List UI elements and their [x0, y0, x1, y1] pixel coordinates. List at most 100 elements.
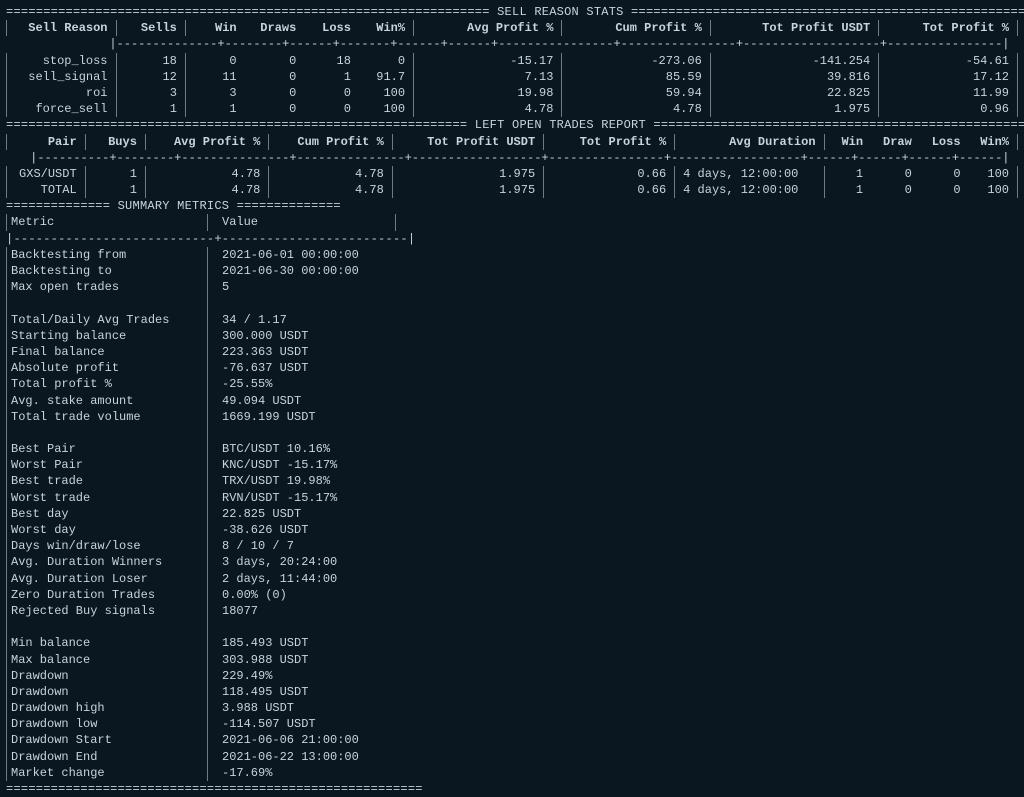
- cell: 4 days, 12:00:00: [675, 182, 824, 198]
- metric-name: Total profit %: [7, 376, 207, 392]
- metric-name: Avg. stake amount: [7, 393, 207, 409]
- metric-name: Zero Duration Trades: [7, 587, 207, 603]
- cell: 19.98: [414, 85, 562, 101]
- metric-row: Drawdown high3.988 USDT: [7, 700, 396, 716]
- col-avg-duration: Avg Duration: [675, 134, 824, 150]
- summary-header-value: Value: [207, 214, 395, 230]
- cell: 4.78: [414, 101, 562, 117]
- cell: 4.78: [562, 101, 710, 117]
- cell: 85.59: [562, 69, 710, 85]
- metric-value: -38.626 USDT: [207, 522, 396, 538]
- cell: 0: [871, 182, 920, 198]
- metric-row: Total trade volume1669.199 USDT: [7, 409, 396, 425]
- col-draw: Draw: [871, 134, 920, 150]
- metric-value: -114.507 USDT: [207, 716, 396, 732]
- cell: 100: [359, 101, 414, 117]
- col-win-: Win%: [359, 20, 414, 36]
- summary-header-metric: Metric: [7, 214, 207, 230]
- metric-name: Worst trade: [7, 490, 207, 506]
- metric-name: Best day: [7, 506, 207, 522]
- table-row: roi330010019.9859.9422.82511.99: [7, 85, 1018, 101]
- cell: sell_signal: [7, 69, 117, 85]
- metric-value: 34 / 1.17: [207, 312, 396, 328]
- cell: 59.94: [562, 85, 710, 101]
- col-pair: Pair: [7, 134, 86, 150]
- metric-row: Backtesting to2021-06-30 00:00:00: [7, 263, 396, 279]
- col-sell-reason: Sell Reason: [7, 20, 117, 36]
- metric-name: Drawdown: [7, 668, 207, 684]
- metric-row: Best day22.825 USDT: [7, 506, 396, 522]
- metric-row: Drawdown End2021-06-22 13:00:00: [7, 749, 396, 765]
- col-win: Win: [185, 20, 244, 36]
- cell: GXS/USDT: [7, 166, 86, 182]
- metric-name: Avg. Duration Winners: [7, 554, 207, 570]
- metric-row: Worst day-38.626 USDT: [7, 522, 396, 538]
- cell: roi: [7, 85, 117, 101]
- metric-spacer: [7, 295, 396, 311]
- cell: 11: [185, 69, 244, 85]
- col-cum-profit-: Cum Profit %: [269, 134, 392, 150]
- metric-name: Drawdown: [7, 684, 207, 700]
- metric-value: 3.988 USDT: [207, 700, 396, 716]
- cell: 1: [85, 166, 145, 182]
- cell: 0: [245, 85, 305, 101]
- metric-row: Absolute profit-76.637 USDT: [7, 360, 396, 376]
- cell: -54.61: [879, 53, 1018, 69]
- footer-sep: ========================================…: [6, 781, 1018, 797]
- metric-value: 3 days, 20:24:00: [207, 554, 396, 570]
- cell: 4.78: [145, 182, 268, 198]
- col-tot-profit-usdt: Tot Profit USDT: [392, 134, 543, 150]
- cell: 0: [245, 53, 305, 69]
- metric-spacer: [7, 425, 396, 441]
- col-avg-profit-: Avg Profit %: [414, 20, 562, 36]
- cell: 1: [85, 182, 145, 198]
- metric-value: -17.69%: [207, 765, 396, 781]
- col-tot-profit-: Tot Profit %: [544, 134, 675, 150]
- cell: 7.13: [414, 69, 562, 85]
- table-row: GXS/USDT14.784.781.9750.664 days, 12:00:…: [7, 166, 1018, 182]
- cell: 0: [871, 166, 920, 182]
- metric-row: Avg. Duration Loser2 days, 11:44:00: [7, 571, 396, 587]
- cell: -141.254: [710, 53, 878, 69]
- metric-value: 2021-06-30 00:00:00: [207, 263, 396, 279]
- metric-value: 2021-06-22 13:00:00: [207, 749, 396, 765]
- cell: 100: [969, 182, 1018, 198]
- metric-value: 118.495 USDT: [207, 684, 396, 700]
- sell-reason-banner: ========================================…: [6, 4, 1018, 20]
- metric-value: TRX/USDT 19.98%: [207, 473, 396, 489]
- cell: 0: [920, 182, 969, 198]
- cell: 1.975: [392, 166, 543, 182]
- metric-name: Absolute profit: [7, 360, 207, 376]
- metric-name: Total trade volume: [7, 409, 207, 425]
- metric-value: RVN/USDT -15.17%: [207, 490, 396, 506]
- metric-name: Max open trades: [7, 279, 207, 295]
- cell: 1.975: [392, 182, 543, 198]
- cell: 0: [304, 101, 359, 117]
- metric-row: Days win/draw/lose8 / 10 / 7: [7, 538, 396, 554]
- metric-row: Backtesting from2021-06-01 00:00:00: [7, 247, 396, 263]
- cell: 4.78: [269, 182, 392, 198]
- cell: -273.06: [562, 53, 710, 69]
- metric-value: 229.49%: [207, 668, 396, 684]
- metric-value: 300.000 USDT: [207, 328, 396, 344]
- cell: 17.12: [879, 69, 1018, 85]
- metric-row: Drawdown low-114.507 USDT: [7, 716, 396, 732]
- metric-name: Drawdown high: [7, 700, 207, 716]
- table-row: force_sell11001004.784.781.9750.96: [7, 101, 1018, 117]
- metric-name: Min balance: [7, 635, 207, 651]
- metric-value: 303.988 USDT: [207, 652, 396, 668]
- table-row: stop_loss1800180-15.17-273.06-141.254-54…: [7, 53, 1018, 69]
- cell: 0: [185, 53, 244, 69]
- metric-value: 2 days, 11:44:00: [207, 571, 396, 587]
- metric-row: Drawdown118.495 USDT: [7, 684, 396, 700]
- left-open-table: PairBuysAvg Profit %Cum Profit %Tot Prof…: [6, 134, 1018, 199]
- cell: 4.78: [145, 166, 268, 182]
- col-loss: Loss: [304, 20, 359, 36]
- cell: 22.825: [710, 85, 878, 101]
- cell: 4.78: [269, 166, 392, 182]
- cell: 18: [116, 53, 185, 69]
- cell: 0: [359, 53, 414, 69]
- cell: 0: [920, 166, 969, 182]
- summary-banner: ============== SUMMARY METRICS =========…: [6, 198, 1018, 214]
- metric-name: Best Pair: [7, 441, 207, 457]
